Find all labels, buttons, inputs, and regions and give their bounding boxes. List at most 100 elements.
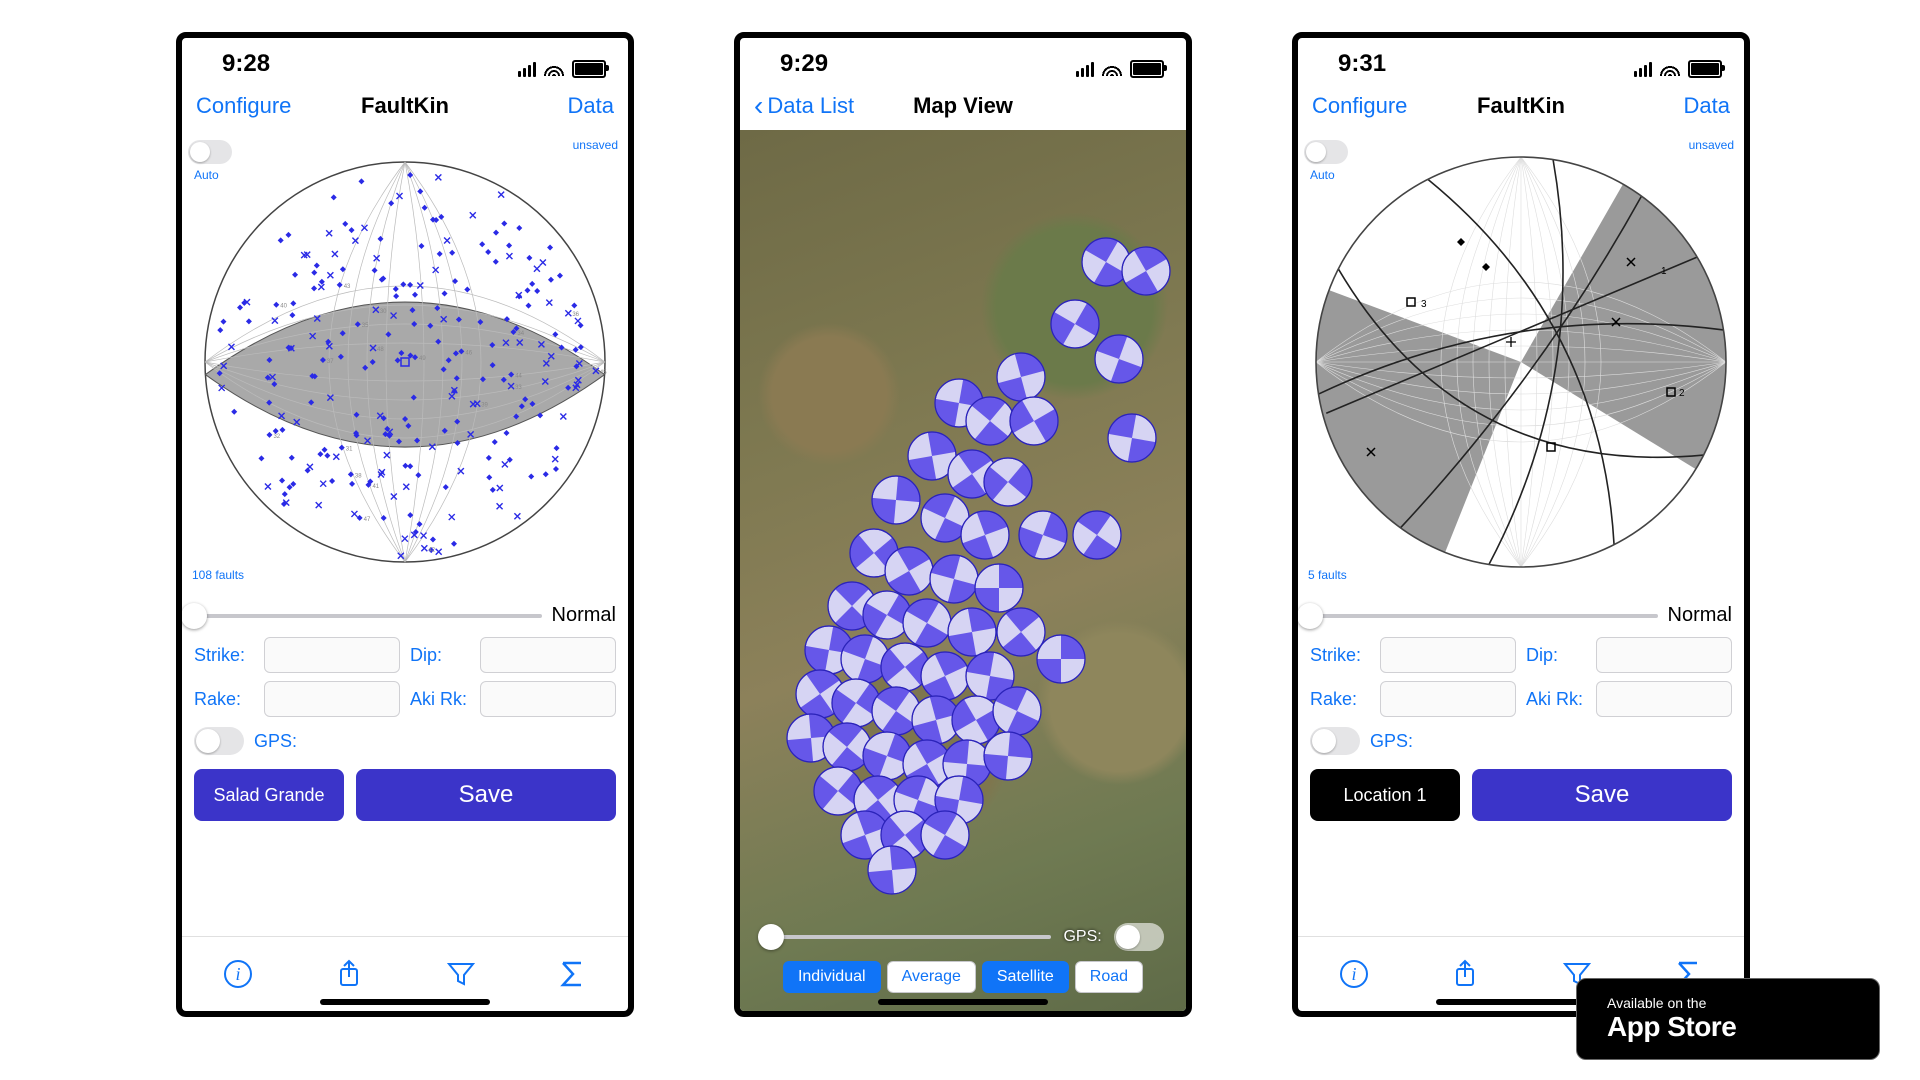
location-button[interactable]: Salad Grande: [194, 769, 344, 821]
home-indicator: [320, 999, 490, 1005]
svg-text:49: 49: [419, 356, 426, 362]
svg-text:41: 41: [372, 484, 379, 490]
segment-satellite[interactable]: Satellite: [982, 961, 1069, 993]
battery-icon: [1688, 60, 1722, 78]
svg-text:30: 30: [380, 309, 387, 315]
svg-text:i: i: [1351, 964, 1356, 984]
svg-text:35: 35: [362, 323, 369, 329]
rake-label: Rake:: [1310, 689, 1370, 710]
configure-button[interactable]: Configure: [196, 93, 291, 119]
gps-label: GPS:: [1063, 928, 1101, 946]
svg-text:39: 39: [481, 403, 488, 409]
svg-text:31: 31: [346, 447, 353, 453]
wifi-icon: [544, 62, 564, 76]
back-button[interactable]: ‹ Data List: [754, 93, 854, 119]
phone-stereonet-dense: 9:28 Configure FaultKin Data unsaved Aut…: [176, 32, 634, 1017]
rake-input[interactable]: [264, 681, 400, 717]
focal-mechanism-marker[interactable]: [982, 456, 1034, 508]
nav-bar: ‹ Data List Map View: [740, 80, 1186, 132]
akirk-input[interactable]: [480, 681, 616, 717]
map-view[interactable]: [740, 130, 1186, 1011]
svg-text:i: i: [235, 964, 240, 984]
nav-bar: Configure FaultKin Data: [182, 80, 628, 132]
svg-text:45: 45: [600, 370, 607, 376]
stereonet-svg: 3031323334353637383940414243444546474849: [195, 152, 615, 572]
strike-input[interactable]: [1380, 637, 1516, 673]
segment-road[interactable]: Road: [1075, 961, 1143, 993]
focal-mechanism-marker[interactable]: [919, 809, 971, 861]
dip-label: Dip:: [410, 645, 470, 666]
phone-stereonet-sparse: 9:31 Configure FaultKin Data unsaved Aut…: [1292, 32, 1750, 1017]
slider-caption: Normal: [1668, 604, 1732, 627]
svg-text:44: 44: [515, 373, 522, 379]
svg-text:33: 33: [515, 385, 522, 391]
status-time: 9:31: [1338, 50, 1386, 78]
svg-text:38: 38: [355, 473, 362, 479]
stereonet-svg: 321: [1306, 147, 1736, 577]
gps-toggle[interactable]: [194, 727, 244, 755]
gps-toggle[interactable]: [1114, 923, 1164, 951]
filter-icon[interactable]: [443, 956, 479, 992]
svg-text:2: 2: [1679, 388, 1685, 399]
svg-text:1: 1: [1661, 266, 1667, 277]
akirk-input[interactable]: [1596, 681, 1732, 717]
stereonet-plot[interactable]: unsaved Auto 108 faults 3031323334353637…: [182, 132, 628, 592]
save-button[interactable]: Save: [356, 769, 616, 821]
gps-toggle[interactable]: [1310, 727, 1360, 755]
focal-mechanism-marker[interactable]: [866, 844, 918, 896]
fault-form: Normal Strike: Dip: Rake: Aki Rk: GPS:: [1298, 592, 1744, 755]
rake-input[interactable]: [1380, 681, 1516, 717]
svg-text:46: 46: [465, 350, 472, 356]
strike-label: Strike:: [194, 645, 254, 666]
svg-text:40: 40: [280, 304, 287, 310]
focal-mechanism-marker[interactable]: [1120, 245, 1172, 297]
status-bar: 9:29: [740, 38, 1186, 80]
info-icon[interactable]: i: [1336, 956, 1372, 992]
type-slider[interactable]: [194, 614, 542, 618]
map-title: Map View: [913, 93, 1013, 119]
configure-button[interactable]: Configure: [1312, 93, 1407, 119]
dip-input[interactable]: [480, 637, 616, 673]
data-button[interactable]: Data: [568, 93, 614, 119]
strike-input[interactable]: [264, 637, 400, 673]
focal-mechanism-marker[interactable]: [1071, 509, 1123, 561]
map-slider[interactable]: [762, 935, 1051, 939]
battery-icon: [572, 60, 606, 78]
focal-mechanism-marker[interactable]: [1035, 633, 1087, 685]
svg-text:48: 48: [377, 347, 384, 353]
sigma-icon[interactable]: [554, 956, 590, 992]
status-bar: 9:31: [1298, 38, 1744, 80]
status-time: 9:29: [780, 50, 828, 78]
info-icon[interactable]: i: [220, 956, 256, 992]
focal-mechanism-marker[interactable]: [1008, 395, 1060, 447]
strike-label: Strike:: [1310, 645, 1370, 666]
save-button[interactable]: Save: [1472, 769, 1732, 821]
segment-average[interactable]: Average: [887, 961, 976, 993]
svg-text:36: 36: [572, 312, 579, 318]
focal-mechanism-marker[interactable]: [1106, 412, 1158, 464]
dip-input[interactable]: [1596, 637, 1732, 673]
svg-text:37: 37: [327, 359, 334, 365]
slider-caption: Normal: [552, 604, 616, 627]
svg-text:42: 42: [428, 547, 435, 553]
focal-mechanism-marker[interactable]: [870, 474, 922, 526]
cellular-icon: [1634, 62, 1652, 77]
focal-mechanism-marker[interactable]: [1017, 509, 1069, 561]
share-icon[interactable]: [1447, 956, 1483, 992]
cellular-icon: [1076, 62, 1094, 77]
stereonet-plot[interactable]: unsaved Auto 5 faults 321: [1298, 132, 1744, 592]
focal-mechanism-marker[interactable]: [982, 730, 1034, 782]
dip-label: Dip:: [1526, 645, 1586, 666]
type-slider[interactable]: [1310, 614, 1658, 618]
focal-mechanism-marker[interactable]: [1093, 333, 1145, 385]
data-button[interactable]: Data: [1684, 93, 1730, 119]
battery-icon: [1130, 60, 1164, 78]
share-icon[interactable]: [331, 956, 367, 992]
app-store-badge[interactable]: Available on the App Store: [1576, 978, 1880, 1060]
map-mode-segment: IndividualAverageSatelliteRoad: [783, 961, 1143, 993]
nav-bar: Configure FaultKin Data: [1298, 80, 1744, 132]
app-title: FaultKin: [361, 93, 449, 119]
segment-individual[interactable]: Individual: [783, 961, 881, 993]
location-button[interactable]: Location 1: [1310, 769, 1460, 821]
svg-text:43: 43: [344, 284, 351, 290]
